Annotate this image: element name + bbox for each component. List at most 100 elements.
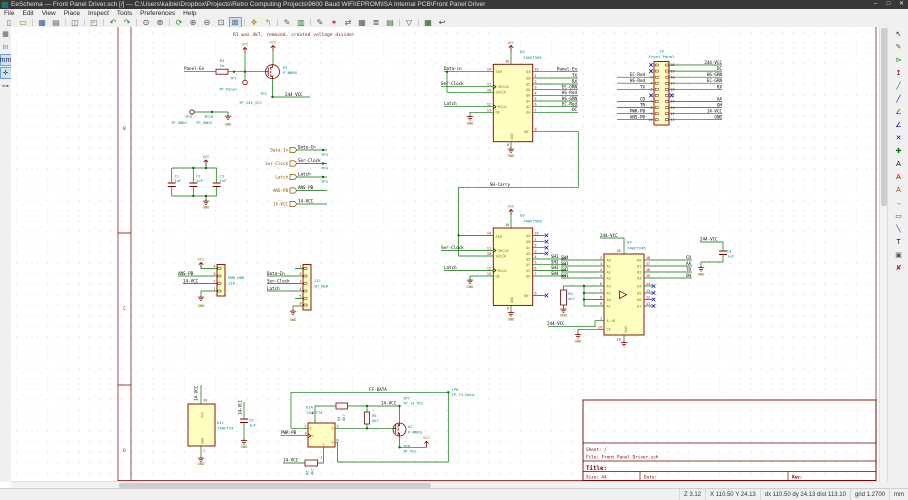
units-inches-button[interactable]: in bbox=[0, 41, 12, 53]
undo-button[interactable]: ↶ bbox=[107, 17, 120, 28]
schematic-text: Data-In bbox=[270, 148, 288, 153]
delete-item-button[interactable]: ✘ bbox=[893, 262, 905, 274]
schematic-text: 5 bbox=[337, 424, 339, 428]
maximize-button[interactable]: □ bbox=[882, 0, 895, 9]
place-global-label-button[interactable]: A bbox=[893, 171, 905, 183]
menu-place[interactable]: Place bbox=[60, 10, 84, 17]
place-bus-button[interactable]: ╱ bbox=[893, 93, 905, 105]
find-replace-button[interactable]: ⊚ bbox=[154, 17, 167, 28]
plot-button[interactable]: ▽ bbox=[403, 17, 416, 28]
redo-button[interactable]: ↷ bbox=[121, 17, 134, 28]
schematic-text: TR bbox=[640, 103, 646, 108]
schematic-text: Panel-En bbox=[557, 67, 578, 72]
open-schematic-button[interactable]: ▭ bbox=[17, 17, 30, 28]
menu-view[interactable]: View bbox=[38, 10, 60, 17]
zoom-fit-button[interactable]: ⊡ bbox=[215, 17, 228, 28]
schematic-text: File: Front Panel Driver.sch bbox=[586, 455, 659, 461]
menu-inspect[interactable]: Inspect bbox=[84, 10, 113, 17]
wire-to-bus-entry-button[interactable]: ∠ bbox=[893, 106, 905, 118]
place-text-button[interactable]: T bbox=[893, 236, 905, 248]
bom-button[interactable]: ▤ bbox=[384, 17, 397, 28]
zoom-in-button[interactable]: ⊕ bbox=[187, 17, 200, 28]
schematic-canvas[interactable]: R1 was 4k7, removed, created voltage div… bbox=[11, 27, 879, 481]
find-button[interactable]: ⊙ bbox=[140, 17, 153, 28]
place-junction-button[interactable]: ✚ bbox=[893, 145, 905, 157]
schematic-text: OH bbox=[717, 103, 723, 108]
schematic-text: SH1 bbox=[561, 273, 569, 278]
cursor-button[interactable]: ↖ bbox=[893, 28, 905, 40]
save-button[interactable]: ▦ bbox=[36, 17, 49, 28]
schematic-text: 16 bbox=[505, 223, 509, 227]
place-symbol-button[interactable]: ⊳ bbox=[893, 54, 905, 66]
menu-file[interactable]: File bbox=[0, 10, 18, 17]
menu-tools[interactable]: Tools bbox=[113, 10, 136, 17]
new-schematic-button[interactable]: ▯ bbox=[3, 17, 16, 28]
schematic-text: TP1 bbox=[230, 76, 238, 81]
schematic-text: 1 bbox=[535, 74, 537, 78]
resistor-r3[interactable] bbox=[561, 290, 567, 305]
schematic-text: VCC bbox=[507, 204, 515, 209]
menu-preferences[interactable]: Preferences bbox=[136, 10, 179, 17]
menu-help[interactable]: Help bbox=[179, 10, 200, 17]
back-annotate-button[interactable]: ↩ bbox=[436, 17, 449, 28]
leave-sheet-button[interactable]: ↰ bbox=[262, 17, 275, 28]
show-hidden-pins-button[interactable]: ⊶ bbox=[0, 80, 12, 92]
schematic-text: 1uF bbox=[220, 178, 228, 183]
toolbar-separator bbox=[416, 18, 421, 27]
schematic-text: B5 bbox=[637, 291, 641, 295]
zoom-to-selection-button[interactable]: ⊠ bbox=[229, 17, 242, 28]
schematic-text: 14-VCC bbox=[283, 458, 299, 463]
connector-j11-sh-hdr[interactable] bbox=[303, 265, 311, 311]
import-sheet-pin-button[interactable]: → bbox=[893, 197, 905, 209]
zoom-out-button[interactable]: ⊖ bbox=[201, 17, 214, 28]
resistor-r4[interactable] bbox=[336, 403, 348, 409]
schematic-text: SH4 bbox=[561, 255, 569, 260]
menu-edit[interactable]: Edit bbox=[18, 10, 37, 17]
place-image-button[interactable]: ▣ bbox=[893, 249, 905, 261]
generate-netlist-button[interactable]: ≣ bbox=[370, 17, 383, 28]
toolbar-separator bbox=[275, 18, 280, 27]
place-net-label-button[interactable]: A bbox=[893, 158, 905, 170]
schematic-text: 8 bbox=[650, 106, 652, 110]
toggle-grid-button[interactable]: ▦ bbox=[0, 28, 12, 40]
hierarchy-navigator-button[interactable]: ❖ bbox=[248, 17, 261, 28]
schematic-text: 12 bbox=[487, 103, 491, 107]
place-no-connect-button[interactable]: ✕ bbox=[893, 132, 905, 144]
run-pcbnew-button[interactable]: ▦ bbox=[422, 17, 435, 28]
place-hierarchical-sheet-button[interactable]: ▭ bbox=[893, 210, 905, 222]
units-mm-button[interactable]: mm bbox=[0, 54, 12, 66]
place-power-port-button[interactable]: ↥ bbox=[893, 67, 905, 79]
schematic-text: 244-VCC bbox=[700, 237, 718, 242]
symbol-browser-button[interactable]: ▥ bbox=[295, 17, 308, 28]
print-button[interactable]: ◫ bbox=[69, 17, 82, 28]
page-settings-button[interactable]: ▤ bbox=[50, 17, 63, 28]
place-wire-button[interactable]: ╱ bbox=[893, 80, 905, 92]
annotate-button[interactable]: ✎ bbox=[314, 17, 327, 28]
close-button[interactable]: ✕ bbox=[895, 0, 908, 9]
cursor-shape-button[interactable]: ✛ bbox=[0, 67, 12, 79]
symbol-editor-button[interactable]: ✎ bbox=[281, 17, 294, 28]
schematic-text: 10 bbox=[487, 88, 491, 92]
testpoint-tp-panel[interactable] bbox=[243, 80, 248, 85]
resistor-r2[interactable] bbox=[216, 69, 228, 74]
assign-footprints-button[interactable]: ⇄ bbox=[342, 17, 355, 28]
hierarchical-label-shapes[interactable] bbox=[290, 147, 297, 206]
schematic-text: Latch bbox=[298, 172, 311, 177]
schematic-text: Q bbox=[331, 427, 333, 431]
refresh-view-button[interactable]: ⟳ bbox=[173, 17, 186, 28]
minimize-button[interactable]: – bbox=[869, 0, 882, 9]
highlight-net-button[interactable]: ✎ bbox=[893, 41, 905, 53]
place-graphic-line-button[interactable]: ╲ bbox=[893, 223, 905, 235]
schematic-text: RCLK bbox=[498, 269, 507, 273]
scrollbar-corner bbox=[879, 481, 908, 488]
resistor-r6[interactable] bbox=[305, 460, 318, 466]
place-hierarchical-label-button[interactable]: A bbox=[893, 184, 905, 196]
erc-button[interactable]: ✶ bbox=[328, 17, 341, 28]
resistor-r5[interactable] bbox=[365, 412, 370, 424]
schematic-text: GND bbox=[560, 313, 568, 318]
bus-to-bus-entry-button[interactable]: ∠ bbox=[893, 119, 905, 131]
edit-fields-button[interactable]: ▦ bbox=[356, 17, 369, 28]
schematic-text: S bbox=[314, 418, 316, 422]
status-grid-setting: grid 1.2700 bbox=[850, 489, 889, 500]
paste-button[interactable]: ◰ bbox=[88, 17, 101, 28]
